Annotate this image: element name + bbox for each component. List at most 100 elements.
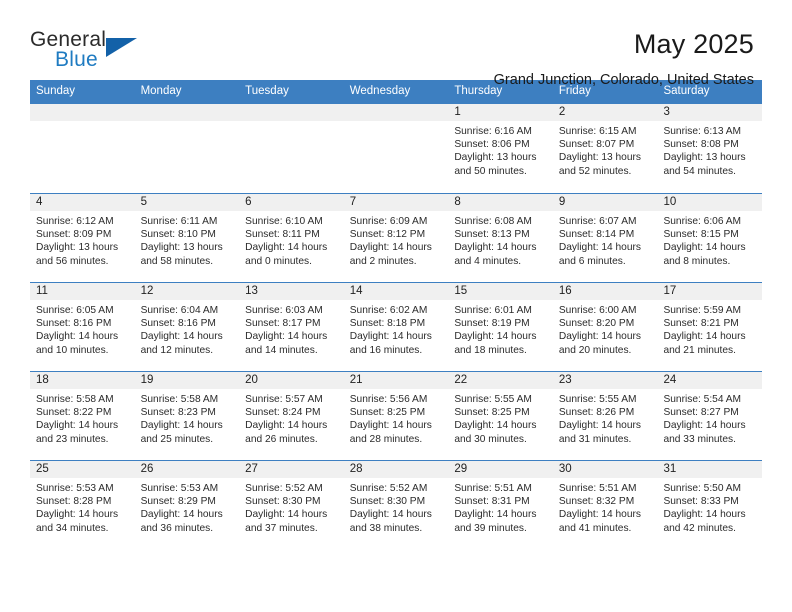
calendar-day-cell[interactable]: 26 Sunrise: 5:53 AM Sunset: 8:29 PM Dayligh… xyxy=(134,461,240,549)
calendar-day-cell[interactable]: 30 Sunrise: 5:51 AM Sunset: 8:32 PM Dayligh… xyxy=(552,461,658,549)
calendar-day-cell[interactable]: 18 Sunrise: 5:58 AM Sunset: 8:22 PM Dayligh… xyxy=(30,372,135,460)
sunset-text: Sunset: 8:24 PM xyxy=(245,407,321,419)
calendar-day-cell[interactable]: 24 Sunrise: 5:54 AM Sunset: 8:27 PM Dayligh… xyxy=(657,372,763,460)
calendar-day-cell[interactable]: 13 Sunrise: 6:03 AM Sunset: 8:17 PM Dayligh… xyxy=(239,283,344,371)
day-number: 4 xyxy=(30,194,135,211)
calendar-week-row: 11 Sunrise: 6:05 AM Sunset: 8:16 PM Dayligh… xyxy=(30,282,763,371)
calendar-day-cell[interactable]: 14 Sunrise: 6:02 AM Sunset: 8:18 PM Dayligh… xyxy=(343,283,449,371)
calendar-weeks: 1 Sunrise: 6:16 AM Sunset: 8:06 PM Daylight… xyxy=(30,104,763,549)
calendar-day-cell[interactable]: 28 Sunrise: 5:52 AM Sunset: 8:30 PM Dayligh… xyxy=(343,461,449,549)
day-details: Sunrise: 5:54 AM Sunset: 8:27 PM Daylight:… xyxy=(657,389,762,446)
day-details: Sunrise: 5:53 AM Sunset: 8:28 PM Daylight:… xyxy=(30,478,135,535)
calendar-day-cell[interactable]: 27 Sunrise: 5:52 AM Sunset: 8:30 PM Dayligh… xyxy=(239,461,344,549)
calendar-day-cell[interactable]: 17 Sunrise: 5:59 AM Sunset: 8:21 PM Dayligh… xyxy=(657,283,763,371)
calendar-day-cell[interactable]: 5 Sunrise: 6:11 AM Sunset: 8:10 PM Daylight… xyxy=(134,194,240,282)
calendar-day-cell[interactable]: 22 Sunrise: 5:55 AM Sunset: 8:25 PM Dayligh… xyxy=(448,372,553,460)
calendar-cell-empty xyxy=(30,104,135,193)
calendar-day-cell[interactable]: 12 Sunrise: 6:04 AM Sunset: 8:16 PM Dayligh… xyxy=(134,283,240,371)
daylight-text: Daylight: 14 hours and 30 minutes. xyxy=(454,420,537,445)
calendar-day-cell[interactable]: 8 Sunrise: 6:08 AM Sunset: 8:13 PM Daylight… xyxy=(448,194,553,282)
calendar-day-cell[interactable]: 6 Sunrise: 6:10 AM Sunset: 8:11 PM Daylight… xyxy=(239,194,344,282)
calendar-day-cell[interactable]: 16 Sunrise: 6:00 AM Sunset: 8:20 PM Dayligh… xyxy=(552,283,658,371)
daylight-text: Daylight: 14 hours and 23 minutes. xyxy=(36,420,119,445)
day-details: Sunrise: 6:08 AM Sunset: 8:13 PM Daylight:… xyxy=(448,211,553,268)
calendar-cell-empty xyxy=(343,104,449,193)
sunset-text: Sunset: 8:25 PM xyxy=(349,407,426,419)
calendar-day-cell[interactable]: 23 Sunrise: 5:55 AM Sunset: 8:26 PM Dayligh… xyxy=(552,372,658,460)
sunrise-text: Sunrise: 6:08 AM xyxy=(454,216,532,227)
day-details: Sunrise: 6:01 AM Sunset: 8:19 PM Daylight:… xyxy=(448,300,553,357)
sunset-text: Sunset: 8:30 PM xyxy=(245,496,321,508)
daylight-text: Daylight: 14 hours and 26 minutes. xyxy=(245,420,328,445)
daylight-text: Daylight: 14 hours and 37 minutes. xyxy=(245,509,328,534)
daylight-text: Daylight: 14 hours and 16 minutes. xyxy=(349,331,432,356)
calendar-day-cell[interactable]: 3 Sunrise: 6:13 AM Sunset: 8:08 PM Daylight… xyxy=(657,104,763,193)
day-number: 2 xyxy=(552,104,658,121)
weekday-header-sunday: Sunday xyxy=(36,85,76,97)
daylight-text: Daylight: 14 hours and 21 minutes. xyxy=(663,331,746,356)
day-details: Sunrise: 5:55 AM Sunset: 8:25 PM Daylight:… xyxy=(448,389,553,446)
daylight-text: Daylight: 14 hours and 31 minutes. xyxy=(558,420,642,445)
sunrise-text: Sunrise: 5:52 AM xyxy=(349,483,428,494)
day-details: Sunrise: 6:02 AM Sunset: 8:18 PM Daylight:… xyxy=(344,300,449,357)
calendar-week-row: 1 Sunrise: 6:16 AM Sunset: 8:06 PM Daylight… xyxy=(30,104,763,193)
day-number: 28 xyxy=(343,461,449,478)
calendar-day-cell[interactable]: 1 Sunrise: 6:16 AM Sunset: 8:06 PM Daylight… xyxy=(448,104,553,193)
sunset-text: Sunset: 8:19 PM xyxy=(454,318,530,330)
day-number: 30 xyxy=(552,461,658,478)
day-details: Sunrise: 5:57 AM Sunset: 8:24 PM Daylight:… xyxy=(239,389,344,446)
calendar-week-row: 18 Sunrise: 5:58 AM Sunset: 8:22 PM Dayligh… xyxy=(30,371,763,460)
sunset-text: Sunset: 8:06 PM xyxy=(454,139,530,151)
sunrise-text: Sunrise: 5:55 AM xyxy=(454,394,532,405)
calendar-day-cell[interactable]: 2 Sunrise: 6:15 AM Sunset: 8:07 PM Daylight… xyxy=(552,104,658,193)
daylight-text: Daylight: 14 hours and 39 minutes. xyxy=(454,509,537,534)
daylight-text: Daylight: 14 hours and 8 minutes. xyxy=(663,242,746,267)
sunrise-text: Sunrise: 5:56 AM xyxy=(349,394,428,405)
daylight-text: Daylight: 14 hours and 20 minutes. xyxy=(558,331,642,356)
daylight-text: Daylight: 14 hours and 25 minutes. xyxy=(140,420,223,445)
day-details: Sunrise: 5:56 AM Sunset: 8:25 PM Daylight:… xyxy=(344,389,449,446)
calendar-day-cell[interactable]: 31 Sunrise: 5:50 AM Sunset: 8:33 PM Dayligh… xyxy=(657,461,763,549)
daylight-text: Daylight: 14 hours and 14 minutes. xyxy=(245,331,328,356)
calendar-day-cell[interactable]: 7 Sunrise: 6:09 AM Sunset: 8:12 PM Daylight… xyxy=(343,194,449,282)
sunrise-text: Sunrise: 6:01 AM xyxy=(454,305,532,316)
sunrise-text: Sunrise: 5:58 AM xyxy=(36,394,114,405)
calendar-day-cell[interactable]: 29 Sunrise: 5:51 AM Sunset: 8:31 PM Dayligh… xyxy=(448,461,553,549)
day-number: 23 xyxy=(552,372,658,389)
daylight-text: Daylight: 14 hours and 10 minutes. xyxy=(36,331,119,356)
day-number: 5 xyxy=(134,194,240,211)
brand-logo[interactable]: General Blue xyxy=(30,28,210,78)
calendar-day-cell[interactable]: 21 Sunrise: 5:56 AM Sunset: 8:25 PM Dayligh… xyxy=(343,372,449,460)
day-details: Sunrise: 6:10 AM Sunset: 8:11 PM Daylight:… xyxy=(239,211,344,268)
sunset-text: Sunset: 8:16 PM xyxy=(36,318,112,330)
day-details: Sunrise: 6:15 AM Sunset: 8:07 PM Daylight:… xyxy=(553,121,658,178)
sunset-text: Sunset: 8:21 PM xyxy=(663,318,739,330)
day-details: Sunrise: 6:12 AM Sunset: 8:09 PM Daylight:… xyxy=(30,211,135,268)
sunrise-text: Sunrise: 6:12 AM xyxy=(36,216,114,227)
calendar-day-cell[interactable]: 10 Sunrise: 6:06 AM Sunset: 8:15 PM Dayligh… xyxy=(657,194,763,282)
calendar-day-cell[interactable]: 19 Sunrise: 5:58 AM Sunset: 8:23 PM Dayligh… xyxy=(134,372,240,460)
sunrise-text: Sunrise: 5:51 AM xyxy=(558,483,637,494)
calendar-day-cell[interactable]: 20 Sunrise: 5:57 AM Sunset: 8:24 PM Dayligh… xyxy=(239,372,344,460)
daylight-text: Daylight: 14 hours and 34 minutes. xyxy=(36,509,119,534)
day-number: 21 xyxy=(343,372,449,389)
calendar-day-cell[interactable]: 9 Sunrise: 6:07 AM Sunset: 8:14 PM Daylight… xyxy=(552,194,658,282)
calendar-day-cell[interactable]: 15 Sunrise: 6:01 AM Sunset: 8:19 PM Dayligh… xyxy=(448,283,553,371)
calendar-day-cell[interactable]: 11 Sunrise: 6:05 AM Sunset: 8:16 PM Dayligh… xyxy=(30,283,135,371)
weekday-header-saturday: Saturday xyxy=(663,85,710,97)
weekday-header-thursday: Thursday xyxy=(454,85,503,97)
sunrise-text: Sunrise: 5:55 AM xyxy=(558,394,637,405)
day-number: 29 xyxy=(448,461,553,478)
sunset-text: Sunset: 8:26 PM xyxy=(558,407,635,419)
day-details: Sunrise: 6:06 AM Sunset: 8:15 PM Daylight:… xyxy=(657,211,762,268)
calendar-day-cell[interactable]: 25 Sunrise: 5:53 AM Sunset: 8:28 PM Dayligh… xyxy=(30,461,135,549)
sunset-text: Sunset: 8:16 PM xyxy=(140,318,216,330)
calendar-cell-empty xyxy=(239,104,344,193)
sunset-text: Sunset: 8:33 PM xyxy=(663,496,739,508)
sunset-text: Sunset: 8:30 PM xyxy=(349,496,426,508)
calendar-day-cell[interactable]: 4 Sunrise: 6:12 AM Sunset: 8:09 PM Daylight… xyxy=(30,194,135,282)
day-number: 14 xyxy=(343,283,449,300)
weekday-header-friday: Friday xyxy=(558,85,591,97)
day-details: Sunrise: 6:13 AM Sunset: 8:08 PM Daylight:… xyxy=(657,121,762,178)
day-details: Sunrise: 5:53 AM Sunset: 8:29 PM Daylight:… xyxy=(135,478,240,535)
